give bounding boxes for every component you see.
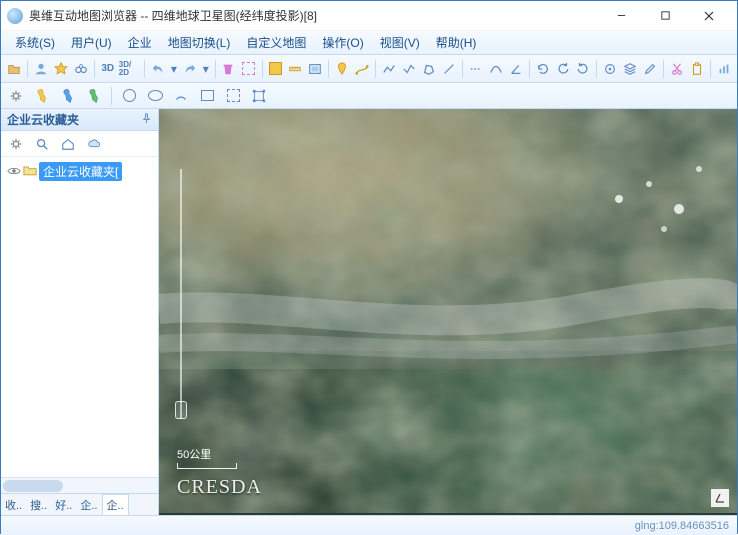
toolbar-angle[interactable] xyxy=(507,58,525,80)
toolbar-chart[interactable] xyxy=(715,58,733,80)
eye-icon xyxy=(7,165,21,179)
toolbar-open[interactable] xyxy=(5,58,23,80)
toolbar-redo[interactable] xyxy=(181,58,199,80)
toolbar-undo-dropdown[interactable]: ▾ xyxy=(169,58,179,80)
sidebar-panel-title-bar: 企业云收藏夹 xyxy=(1,109,158,131)
minimize-button[interactable] xyxy=(599,2,643,30)
toolbar-user[interactable] xyxy=(32,58,50,80)
shape-pin-yellow[interactable] xyxy=(31,85,53,107)
toolbar-polygon[interactable] xyxy=(420,58,438,80)
shape-toolbar xyxy=(1,83,737,109)
shape-ellipse[interactable] xyxy=(144,85,166,107)
toolbar-route[interactable] xyxy=(353,58,371,80)
sidebar: 企业云收藏夹 企业云收藏夹[ xyxy=(1,109,159,515)
sidebar-cloud[interactable] xyxy=(83,133,105,155)
main-toolbar: 3D 3D/ 2D ▾ ▾ xyxy=(1,55,737,83)
toolbar-undo[interactable] xyxy=(149,58,167,80)
shape-circle[interactable] xyxy=(118,85,140,107)
sidebar-tab-4[interactable]: 企.. xyxy=(102,494,129,515)
toolbar-line[interactable] xyxy=(440,58,458,80)
toolbar-color[interactable] xyxy=(266,58,284,80)
scrollbar-thumb[interactable] xyxy=(3,480,63,492)
tree-root-item[interactable]: 企业云收藏夹[ xyxy=(3,161,156,182)
menu-operate[interactable]: 操作(O) xyxy=(314,32,371,53)
menu-enterprise[interactable]: 企业 xyxy=(120,32,160,53)
sidebar-tab-0[interactable]: 收.. xyxy=(1,495,26,515)
sidebar-bottom-tabs: 收.. 搜.. 好.. 企.. 企.. xyxy=(1,493,158,515)
scale-bar-line xyxy=(177,463,237,469)
sidebar-tab-3[interactable]: 企.. xyxy=(76,495,101,515)
shape-pin-blue[interactable] xyxy=(57,85,79,107)
toolbar-rotate-cw[interactable] xyxy=(574,58,592,80)
map-view[interactable]: 50公里 CRESDA xyxy=(159,109,737,515)
window-title: 奥维互动地图浏览器 -- 四维地球卫星图(经纬度投影)[8] xyxy=(29,7,599,24)
folder-icon xyxy=(23,164,37,179)
toolbar-rotate-ccw[interactable] xyxy=(554,58,572,80)
toolbar-binoculars[interactable] xyxy=(72,58,90,80)
sidebar-tab-1[interactable]: 搜.. xyxy=(26,495,51,515)
toolbar-curve[interactable] xyxy=(487,58,505,80)
status-coord: glng:109.84663516 xyxy=(635,520,729,532)
zoom-slider-knob[interactable] xyxy=(175,401,187,419)
window-buttons xyxy=(599,2,731,30)
toolbar-refresh[interactable] xyxy=(534,58,552,80)
toolbar-screenshot[interactable] xyxy=(306,58,324,80)
menu-view[interactable]: 视图(V) xyxy=(372,32,428,53)
sidebar-toolbar xyxy=(1,131,158,157)
sidebar-home[interactable] xyxy=(57,133,79,155)
toolbar-ruler[interactable] xyxy=(286,58,304,80)
menu-custom-map[interactable]: 自定义地图 xyxy=(238,32,314,53)
shape-pin-green[interactable] xyxy=(83,85,105,107)
shape-arc[interactable] xyxy=(170,85,192,107)
shape-handles[interactable] xyxy=(248,85,270,107)
favorites-tree[interactable]: 企业云收藏夹[ xyxy=(1,157,158,477)
shape-selection[interactable] xyxy=(222,85,244,107)
north-arrow-button[interactable] xyxy=(711,489,729,507)
status-bar: glng:109.84663516 xyxy=(1,515,737,535)
menu-system[interactable]: 系统(S) xyxy=(7,32,63,53)
sidebar-tab-2[interactable]: 好.. xyxy=(51,495,76,515)
toolbar-delete[interactable] xyxy=(219,58,237,80)
menu-user[interactable]: 用户(U) xyxy=(63,32,120,53)
toolbar-polyline2[interactable] xyxy=(400,58,418,80)
tree-root-label: 企业云收藏夹[ xyxy=(39,162,122,181)
toolbar-cut[interactable] xyxy=(668,58,686,80)
toolbar-dash-line[interactable] xyxy=(467,58,485,80)
app-icon xyxy=(7,8,23,24)
map-watermark: CRESDA xyxy=(177,476,262,499)
scale-label: 50公里 xyxy=(177,449,211,461)
toolbar-3d2d[interactable]: 3D/ 2D xyxy=(119,58,140,80)
menu-bar: 系统(S) 用户(U) 企业 地图切换(L) 自定义地图 操作(O) 视图(V)… xyxy=(1,31,737,55)
zoom-slider[interactable] xyxy=(173,169,189,419)
toolbar-star[interactable] xyxy=(52,58,70,80)
satellite-imagery xyxy=(159,109,737,513)
sidebar-gear[interactable] xyxy=(5,133,27,155)
zoom-slider-track xyxy=(180,169,182,419)
sidebar-search[interactable] xyxy=(31,133,53,155)
scale-bar: 50公里 xyxy=(177,446,237,469)
toolbar-clipboard[interactable] xyxy=(688,58,706,80)
toolbar-edit[interactable] xyxy=(641,58,659,80)
toolbar-3d[interactable]: 3D xyxy=(99,58,117,80)
close-button[interactable] xyxy=(687,2,731,30)
menu-help[interactable]: 帮助(H) xyxy=(428,32,485,53)
toolbar-pin-marker[interactable] xyxy=(333,58,351,80)
sidebar-panel-title: 企业云收藏夹 xyxy=(7,111,79,128)
toolbar-polyline[interactable] xyxy=(380,58,398,80)
window-titlebar: 奥维互动地图浏览器 -- 四维地球卫星图(经纬度投影)[8] xyxy=(1,1,737,31)
shape-gear[interactable] xyxy=(5,85,27,107)
sidebar-h-scrollbar[interactable] xyxy=(1,477,158,493)
body: 企业云收藏夹 企业云收藏夹[ xyxy=(1,109,737,515)
toolbar-redo-dropdown[interactable]: ▾ xyxy=(201,58,211,80)
toolbar-target[interactable] xyxy=(601,58,619,80)
sidebar-panel-pin[interactable] xyxy=(141,113,152,127)
toolbar-layers[interactable] xyxy=(621,58,639,80)
toolbar-select-dashed[interactable] xyxy=(240,58,258,80)
menu-map-switch[interactable]: 地图切换(L) xyxy=(160,32,239,53)
maximize-button[interactable] xyxy=(643,2,687,30)
shape-rect[interactable] xyxy=(196,85,218,107)
